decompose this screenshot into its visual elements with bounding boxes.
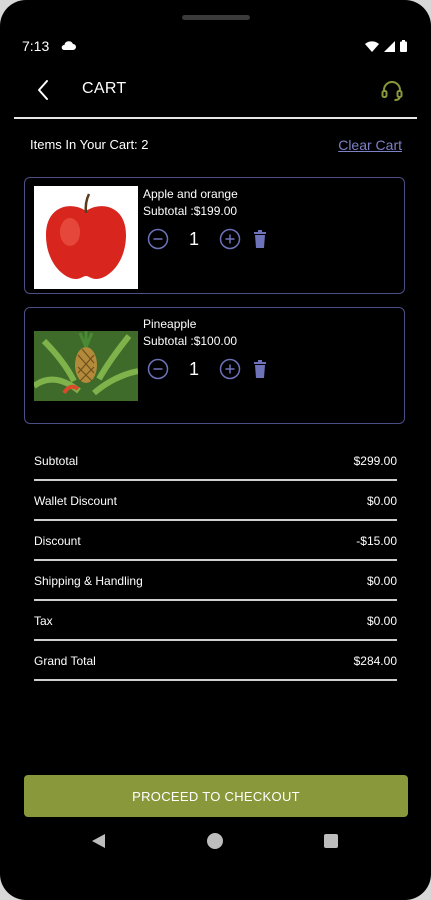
cart-item-card: Apple and orange Subtotal :$199.00 1 [24,177,405,294]
product-image-pineapple [34,331,138,401]
summary-value: $0.00 [366,614,397,628]
trash-icon[interactable] [253,230,267,248]
plus-circle-icon[interactable] [219,228,241,250]
summary-value: $0.00 [366,574,397,588]
summary-value: $0.00 [366,494,397,508]
summary-row-subtotal: Subtotal $299.00 [34,441,397,481]
product-name: Apple and orange [143,187,238,201]
quantity-stepper: 1 [147,228,267,250]
phone-screen: 7:13 CART Items In Your Cart: 2 Clear Ca… [0,0,431,900]
summary-value: $284.00 [353,654,397,668]
nav-home-icon[interactable] [207,833,223,849]
status-time: 7:13 [22,38,50,54]
system-icons [365,40,407,52]
summary-label: Shipping & Handling [34,574,143,588]
product-subtotal: Subtotal :$100.00 [143,334,238,348]
cart-item-card: Pineapple Subtotal :$100.00 1 [24,307,405,424]
summary-row-tax: Tax $0.00 [34,601,397,641]
proceed-to-checkout-button[interactable]: PROCEED TO CHECKOUT [24,775,408,817]
product-image-apple [34,186,138,289]
items-count-label: Items In Your Cart: 2 [30,137,149,152]
minus-circle-icon[interactable] [147,358,169,380]
summary-label: Tax [34,614,53,628]
wifi-icon [365,40,379,52]
order-summary: Subtotal $299.00 Wallet Discount $0.00 D… [34,441,397,681]
header-divider [14,117,417,119]
nav-back-icon[interactable] [90,833,106,849]
cloud-icon [61,41,76,50]
summary-label: Wallet Discount [34,494,117,508]
quantity-value: 1 [188,358,199,379]
minus-circle-icon[interactable] [147,228,169,250]
page-title: CART [82,80,127,97]
summary-label: Grand Total [34,654,96,668]
speaker-grille [182,15,250,20]
quantity-value: 1 [188,228,199,249]
trash-icon[interactable] [253,360,267,378]
signal-icon [384,40,395,52]
nav-recents-icon[interactable] [324,834,338,848]
summary-row-wallet-discount: Wallet Discount $0.00 [34,481,397,521]
summary-value: $299.00 [353,454,397,468]
product-subtotal: Subtotal :$199.00 [143,204,238,218]
quantity-stepper: 1 [147,358,267,380]
headset-support-icon[interactable] [380,78,404,102]
summary-value: -$15.00 [356,534,397,548]
summary-label: Subtotal [34,454,79,468]
product-name: Pineapple [143,317,197,331]
summary-label: Discount [34,534,81,548]
clear-cart-link[interactable]: Clear Cart [338,137,402,153]
battery-icon [400,40,407,52]
summary-row-grand-total: Grand Total $284.00 [34,641,397,681]
summary-row-shipping: Shipping & Handling $0.00 [34,561,397,601]
plus-circle-icon[interactable] [219,358,241,380]
summary-row-discount: Discount -$15.00 [34,521,397,561]
back-arrow-icon[interactable] [34,78,54,102]
